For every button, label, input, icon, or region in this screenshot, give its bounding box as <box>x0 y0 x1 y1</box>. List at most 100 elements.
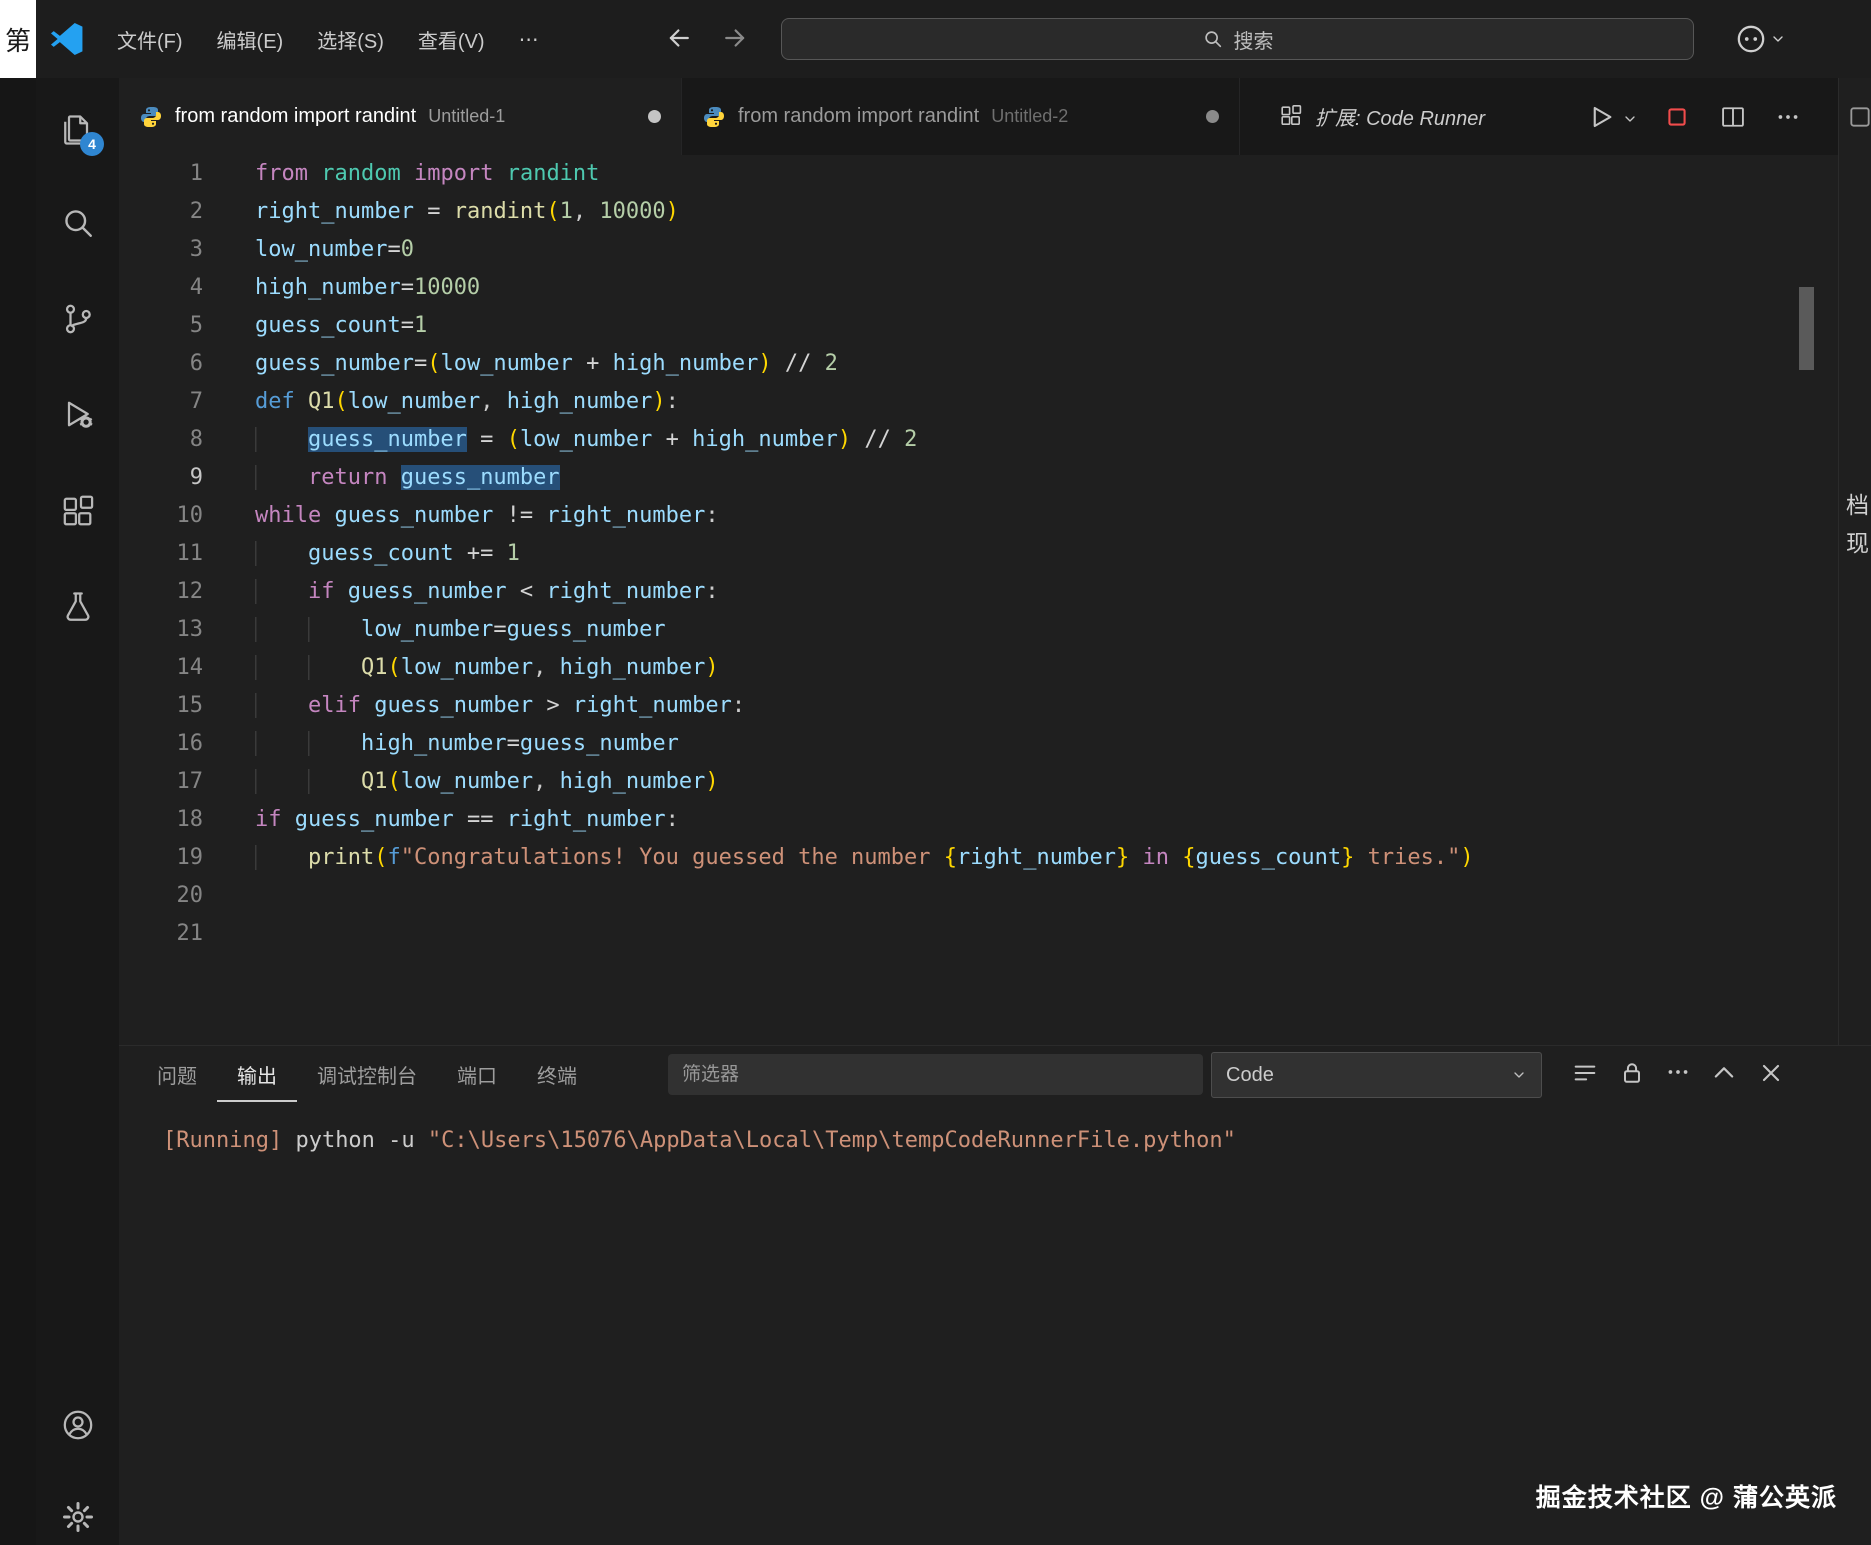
line-number[interactable]: 12 <box>119 573 203 611</box>
tab-detail: Untitled-1 <box>428 106 505 127</box>
code-line[interactable]: 3low_number=0 <box>119 231 1838 269</box>
modified-dot[interactable] <box>648 110 661 123</box>
run-code-button[interactable] <box>1586 102 1616 132</box>
menu-more[interactable]: ⋯ <box>502 27 556 52</box>
code-line[interactable]: 18if guess_number == right_number: <box>119 801 1838 839</box>
line-number[interactable]: 21 <box>119 915 203 953</box>
code-line[interactable]: 8 guess_number = (low_number + high_numb… <box>119 421 1838 459</box>
stop-run-button[interactable] <box>1663 103 1691 131</box>
account-icon <box>60 1407 96 1443</box>
line-number[interactable]: 7 <box>119 383 203 421</box>
line-number[interactable]: 9 <box>119 459 203 497</box>
more-actions-icon[interactable] <box>1775 104 1801 130</box>
code-text: Q1(low_number, high_number) <box>255 649 719 687</box>
vscode-window: 第 文件(F)编辑(E)选择(S)查看(V)⋯ 搜索 4 from random… <box>0 0 1871 1545</box>
code-editor[interactable]: 1from random import randint2right_number… <box>119 155 1838 1045</box>
code-line[interactable]: 5 guess_count=1 <box>119 307 1838 345</box>
panel-tab-debug-console[interactable]: 调试控制台 <box>297 1046 437 1102</box>
code-line[interactable]: 11 guess_count += 1 <box>119 535 1838 573</box>
more-actions-icon[interactable] <box>1665 1059 1691 1087</box>
maximize-panel-icon[interactable] <box>1710 1059 1738 1087</box>
code-line[interactable]: 10while guess_number != right_number: <box>119 497 1838 535</box>
code-line[interactable]: 17 Q1(low_number, high_number) <box>119 763 1838 801</box>
menu-file[interactable]: 文件(F) <box>100 25 200 54</box>
activity-item-explorer[interactable]: 4 <box>60 112 96 148</box>
tab-detail: Untitled-2 <box>991 106 1068 127</box>
menu-edit[interactable]: 编辑(E) <box>200 25 301 54</box>
panel-tab-problems[interactable]: 问题 <box>137 1046 217 1102</box>
clipped-icon <box>1847 104 1871 130</box>
code-line[interactable]: 21 <box>119 915 1838 953</box>
code-line[interactable]: 2right_number = randint(1, 10000) <box>119 193 1838 231</box>
code-line[interactable]: 1from random import randint <box>119 155 1838 193</box>
code-line[interactable]: 19 print(f"Congratulations! You guessed … <box>119 839 1838 877</box>
line-number[interactable]: 18 <box>119 801 203 839</box>
code-line[interactable]: 16 high_number=guess_number <box>119 725 1838 763</box>
line-number[interactable]: 16 <box>119 725 203 763</box>
search-placeholder: 搜索 <box>1234 25 1274 54</box>
code-line[interactable]: 12 if guess_number < right_number: <box>119 573 1838 611</box>
tab-title: from random import randint <box>175 105 416 128</box>
editor-scrollbar-thumb[interactable] <box>1799 287 1814 370</box>
chevron-down-icon <box>1770 31 1786 47</box>
code-text: return guess_number <box>255 459 560 497</box>
command-center-search[interactable]: 搜索 <box>781 18 1694 60</box>
testing-icon <box>60 589 96 625</box>
output-filter-input[interactable] <box>668 1054 1203 1095</box>
code-line[interactable]: 7def Q1(low_number, high_number): <box>119 383 1838 421</box>
editor-tab-untitled-1[interactable]: from random import randint Untitled-1 <box>119 78 682 155</box>
line-number[interactable]: 17 <box>119 763 203 801</box>
line-number[interactable]: 2 <box>119 193 203 231</box>
line-number[interactable]: 10 <box>119 497 203 535</box>
line-number[interactable]: 14 <box>119 649 203 687</box>
extensions-icon <box>60 494 96 530</box>
code-line[interactable]: 15 elif guess_number > right_number: <box>119 687 1838 725</box>
clear-output-icon[interactable] <box>1571 1059 1599 1087</box>
output-channel-select[interactable]: Code <box>1211 1052 1542 1098</box>
code-text: guess_count=1 <box>255 307 427 345</box>
activity-item-testing[interactable] <box>60 589 96 625</box>
line-number[interactable]: 20 <box>119 877 203 915</box>
code-line[interactable]: 9 return guess_number <box>119 459 1838 497</box>
chevron-down-icon <box>1511 1067 1527 1083</box>
watermark: 掘金技术社区 @ 蒲公英派 <box>1536 1478 1837 1514</box>
split-editor-button[interactable] <box>1719 103 1747 131</box>
code-line[interactable]: 14 Q1(low_number, high_number) <box>119 649 1838 687</box>
line-number[interactable]: 5 <box>119 307 203 345</box>
run-options-chevron-icon[interactable] <box>1622 111 1638 127</box>
line-number[interactable]: 19 <box>119 839 203 877</box>
line-number[interactable]: 11 <box>119 535 203 573</box>
line-number[interactable]: 1 <box>119 155 203 193</box>
editor-tab-untitled-2[interactable]: from random import randint Untitled-2 <box>682 78 1240 155</box>
activity-item-source-control[interactable] <box>60 301 96 337</box>
activity-item-run-debug[interactable] <box>60 396 96 432</box>
code-runner-label: 扩展: Code Runner <box>1315 78 1485 155</box>
activity-item-account[interactable] <box>60 1407 96 1443</box>
line-number[interactable]: 13 <box>119 611 203 649</box>
code-line[interactable]: 4high_number=10000 <box>119 269 1838 307</box>
account-button[interactable] <box>1734 22 1786 56</box>
navigate-back-icon[interactable] <box>664 23 694 53</box>
line-number[interactable]: 3 <box>119 231 203 269</box>
panel-tab-output[interactable]: 输出 <box>217 1046 297 1102</box>
activity-item-search[interactable] <box>60 205 96 241</box>
code-line[interactable]: 6guess_number=(low_number + high_number)… <box>119 345 1838 383</box>
line-number[interactable]: 6 <box>119 345 203 383</box>
line-number[interactable]: 15 <box>119 687 203 725</box>
menu-selection[interactable]: 选择(S) <box>300 25 401 54</box>
code-line[interactable]: 13 low_number=guess_number <box>119 611 1838 649</box>
menu-view[interactable]: 查看(V) <box>401 25 502 54</box>
activity-item-extensions[interactable] <box>60 494 96 530</box>
code-line[interactable]: 20 <box>119 877 1838 915</box>
modified-dot[interactable] <box>1206 110 1219 123</box>
close-panel-icon[interactable] <box>1757 1059 1785 1087</box>
navigate-forward-icon[interactable] <box>720 23 750 53</box>
line-number[interactable]: 8 <box>119 421 203 459</box>
panel-tab-terminal[interactable]: 终端 <box>517 1046 597 1102</box>
settings-icon <box>60 1499 96 1535</box>
activity-item-settings[interactable] <box>60 1499 96 1535</box>
python-file-icon <box>139 105 163 129</box>
line-number[interactable]: 4 <box>119 269 203 307</box>
lock-scroll-icon[interactable] <box>1618 1059 1646 1087</box>
panel-tab-ports[interactable]: 端口 <box>437 1046 517 1102</box>
